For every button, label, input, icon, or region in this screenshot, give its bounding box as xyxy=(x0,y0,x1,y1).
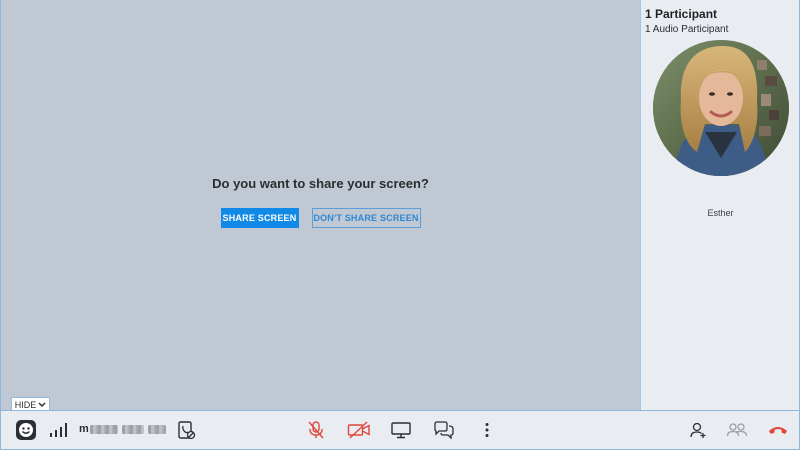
redacted-digits xyxy=(89,424,118,434)
participants-button[interactable] xyxy=(725,419,749,441)
participant-panel: 1 Participant 1 Audio Participant Esther xyxy=(640,0,799,410)
share-screen-area: Do you want to share your screen? SHARE … xyxy=(1,0,640,410)
more-options-icon xyxy=(485,423,489,437)
signal-strength-icon xyxy=(50,423,67,437)
screen-share-button[interactable] xyxy=(390,419,412,441)
participant-avatar[interactable] xyxy=(653,40,789,176)
share-prompt: Do you want to share your screen? xyxy=(212,176,429,191)
add-participant-button[interactable] xyxy=(687,419,709,441)
avatar-photo xyxy=(653,40,789,176)
chat-icon xyxy=(434,421,454,439)
share-button-row: SHARE SCREEN DON'T SHARE SCREEN xyxy=(1,208,640,228)
screen-share-icon xyxy=(391,422,411,439)
dial-in-info-button[interactable] xyxy=(175,419,197,441)
share-screen-button[interactable]: SHARE SCREEN xyxy=(220,208,299,228)
mute-button[interactable] xyxy=(305,419,327,441)
meeting-logo-button[interactable] xyxy=(14,419,38,441)
more-options-button[interactable] xyxy=(480,419,494,441)
video-button[interactable] xyxy=(347,419,371,441)
dont-share-screen-button[interactable]: DON'T SHARE SCREEN xyxy=(311,208,421,228)
meeting-logo-icon xyxy=(16,420,36,440)
redacted-digits xyxy=(121,424,144,434)
phone-number-text: m xyxy=(79,423,166,435)
hide-label: HIDE xyxy=(14,399,37,410)
add-participant-icon xyxy=(690,422,706,438)
hang-up-icon xyxy=(769,427,787,434)
hide-toolbar-toggle[interactable]: HIDE xyxy=(11,397,50,411)
hang-up-button[interactable] xyxy=(766,419,790,441)
chevron-down-icon xyxy=(38,401,46,407)
participant-count: 1 Participant xyxy=(645,7,718,21)
signal-strength xyxy=(48,419,70,441)
mic-muted-icon xyxy=(308,421,324,439)
participant-name: Esther xyxy=(707,208,734,218)
bottom-toolbar: m xyxy=(1,410,799,449)
dial-in-info-icon xyxy=(178,421,196,440)
phone-prefix: m xyxy=(79,423,89,435)
participants-icon xyxy=(726,423,748,437)
audio-participant-count: 1 Audio Participant xyxy=(645,24,729,35)
chat-button[interactable] xyxy=(433,419,455,441)
video-off-icon xyxy=(347,421,370,439)
redacted-digits xyxy=(147,424,166,434)
